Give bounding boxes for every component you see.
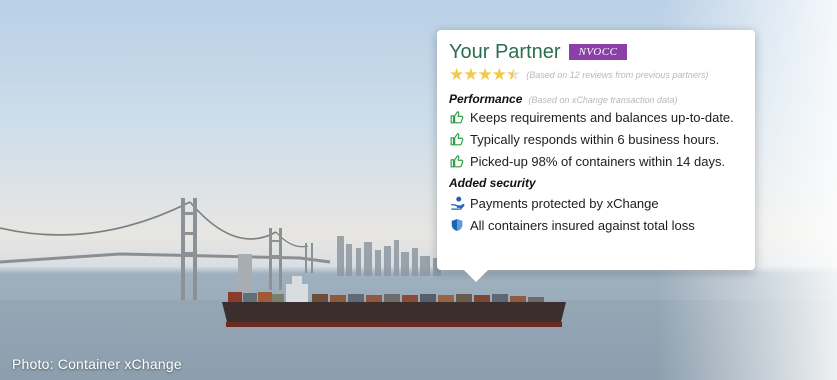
performance-header: Performance (Based on xChange transactio… (449, 92, 743, 106)
performance-item: Picked-up 98% of containers within 14 da… (449, 150, 743, 172)
performance-item: Keeps requirements and balances up-to-da… (449, 106, 743, 128)
security-title: Added security (449, 176, 536, 190)
performance-item-text: Picked-up 98% of containers within 14 da… (470, 153, 726, 169)
star-icon: ★ (463, 65, 478, 84)
thumbs-up-icon (449, 109, 465, 125)
container-ship (222, 276, 566, 327)
performance-note: (Based on xChange transaction data) (528, 95, 678, 105)
reviews-note: (Based on 12 reviews from previous partn… (526, 70, 709, 80)
shield-icon (449, 217, 465, 233)
performance-item-text: Typically responds within 6 business hou… (470, 131, 720, 147)
performance-title: Performance (449, 92, 523, 106)
security-item-text: All containers insured against total los… (470, 217, 695, 233)
city-skyline (337, 236, 441, 276)
security-item: Payments protected by xChange (449, 192, 743, 214)
security-item: All containers insured against total los… (449, 214, 743, 236)
partner-card: Your Partner NVOCC ★★★★★ (Based on 12 re… (437, 30, 755, 282)
thumbs-up-icon (449, 131, 465, 147)
performance-item-text: Keeps requirements and balances up-to-da… (470, 109, 734, 125)
card-pointer (464, 270, 488, 282)
star-icon: ★ (449, 65, 464, 84)
performance-item: Typically responds within 6 business hou… (449, 128, 743, 150)
hand-coin-icon (449, 195, 465, 211)
star-icon: ★ (477, 65, 493, 84)
card-title: Your Partner (449, 40, 561, 63)
photo-caption: Photo: Container xChange (12, 356, 182, 372)
hero-photo: Photo: Container xChange Your Partner NV… (0, 0, 837, 380)
security-header: Added security (449, 176, 743, 192)
rating-row: ★★★★★ (Based on 12 reviews from previous… (449, 65, 743, 85)
card-header: Your Partner NVOCC (449, 40, 743, 64)
star-rating: ★★★★★ (449, 65, 521, 85)
nvocc-badge: NVOCC (568, 44, 628, 60)
thumbs-up-icon (449, 153, 465, 169)
star-icon: ★ (491, 65, 507, 84)
half-star-icon: ★ (506, 65, 521, 84)
security-item-text: Payments protected by xChange (470, 195, 659, 211)
